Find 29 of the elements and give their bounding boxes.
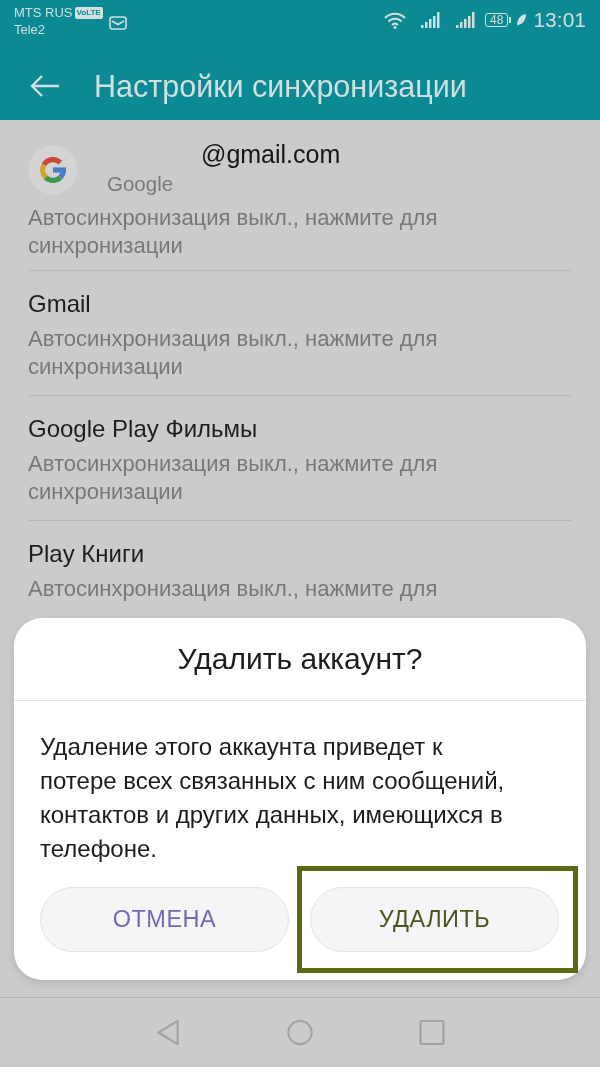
account-type: Google <box>107 171 174 197</box>
wifi-icon <box>384 11 407 29</box>
sync-status-text: Автосинхронизация выкл., нажмите для синхронизации <box>28 204 439 260</box>
signal-icon <box>456 12 477 28</box>
volte-badge: VoLTE <box>74 6 103 19</box>
carrier-name: Tele2 <box>14 21 47 38</box>
sync-status-text: Автосинхронизация выкл., нажмите для синхронизации <box>28 450 439 506</box>
sync-item-title[interactable]: Google Play Фильмы <box>28 412 258 446</box>
sync-item-title[interactable]: Play Книги <box>28 537 145 571</box>
leaf-icon <box>516 13 528 27</box>
signal-icon <box>421 12 442 28</box>
dialog-title: Удалить аккаунт? <box>176 641 424 677</box>
battery-indicator: 48 <box>485 13 512 27</box>
envelope-icon <box>108 16 127 30</box>
account-email: @gmail.com <box>201 139 341 169</box>
screen-title: Настройки синхронизации <box>94 68 467 104</box>
dialog-button[interactable]: УДАЛИТЬ <box>310 887 559 952</box>
carrier-name: MTS RUS <box>14 4 73 21</box>
sync-item-title[interactable]: Gmail <box>28 287 91 321</box>
dialog-button[interactable]: ОТМЕНА <box>40 887 289 952</box>
back-arrow-icon[interactable] <box>30 74 60 98</box>
g-logo-icon <box>28 145 78 195</box>
dialog-message: Удаление этого аккаунта приведет к потере всех связанных с ним сообщений, контактов и других данных, имеющихся в телефоне. <box>39 732 506 864</box>
sync-status-text: Автосинхронизация выкл., нажмите для <box>28 575 438 603</box>
back-icon[interactable] <box>155 1019 181 1046</box>
clock-time: 13:01 <box>533 8 586 32</box>
home-icon[interactable] <box>287 1019 313 1046</box>
sync-status-text: Автосинхронизация выкл., нажмите для синхронизации <box>28 325 439 381</box>
recent-apps-icon[interactable] <box>419 1019 445 1046</box>
